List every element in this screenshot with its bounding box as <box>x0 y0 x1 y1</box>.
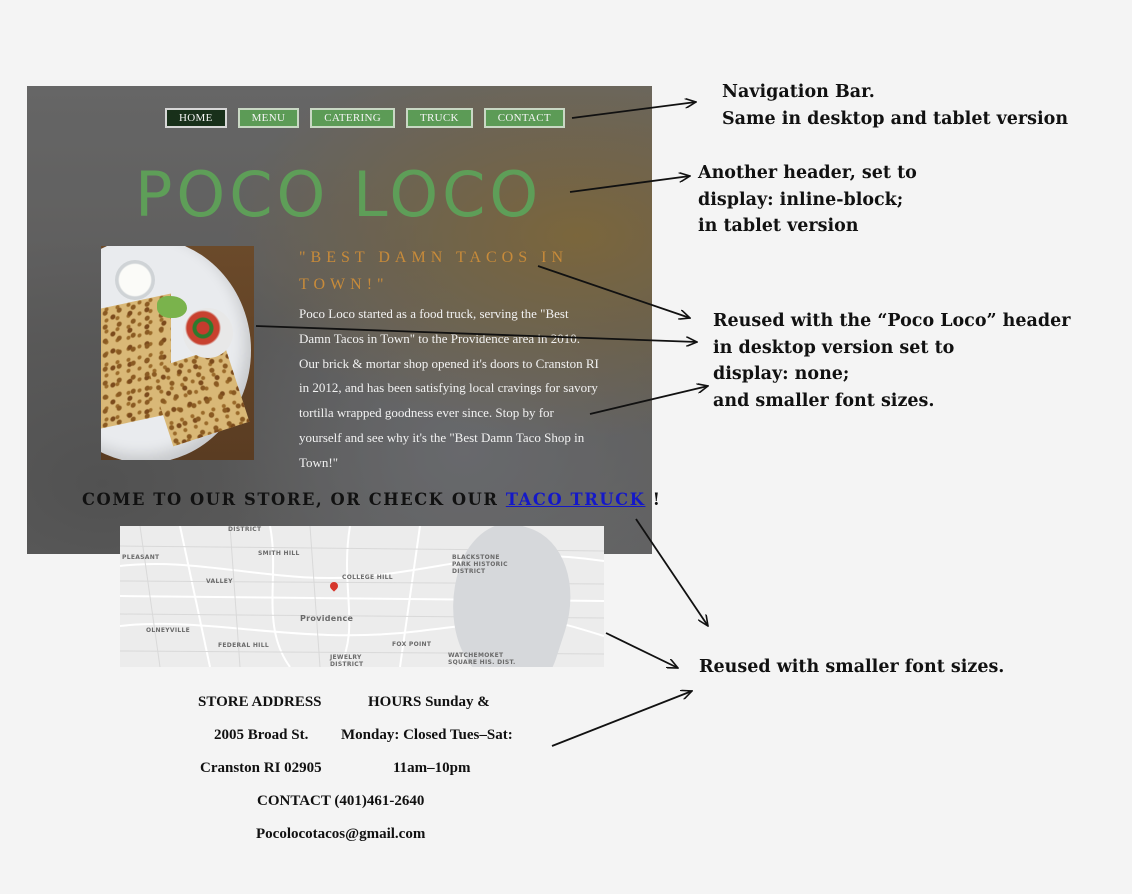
annotation-line: display: none; <box>713 364 850 384</box>
annotation-line: Another header, set to <box>698 163 917 183</box>
arrow-store-info <box>551 691 692 747</box>
store-hours-line1: HOURS Sunday & <box>368 694 490 710</box>
map-label: COLLEGE HILL <box>342 574 393 581</box>
map-label: FEDERAL HILL <box>218 642 269 649</box>
map-label: OLNEYVILLE <box>146 627 191 634</box>
annotation-line: Navigation Bar. <box>722 82 875 102</box>
map-label: SMITH HILL <box>258 550 300 557</box>
hero-quote: "BEST DAMN TACOS IN TOWN!" <box>299 249 569 293</box>
nav-catering[interactable]: CATERING <box>310 108 395 128</box>
annotation-header: Another header, set to display: inline-b… <box>698 160 917 240</box>
store-hours-line2: Monday: Closed Tues–Sat: <box>341 727 513 743</box>
sour-cream-cup <box>115 260 155 300</box>
annotation-line: display: inline-block; <box>698 189 904 210</box>
map-label: WATCHEMOKET SQUARE HIS. DIST. <box>448 652 516 666</box>
lettuce-garnish <box>157 296 187 318</box>
hero-intro: Poco Loco started as a food truck, servi… <box>299 306 599 470</box>
store-address-line1: 2005 Broad St. <box>214 727 309 743</box>
map-label: BLACKSTONE PARK HISTORIC DISTRICT <box>452 554 508 575</box>
map-label: VALLEY <box>206 578 233 585</box>
annotation-line: Same in desktop and tablet version <box>722 108 1069 129</box>
annotation-line: in desktop version set to <box>713 337 955 358</box>
annotation-line: Reused with smaller font sizes. <box>699 657 1005 677</box>
arrow-map <box>605 632 678 668</box>
nav-contact[interactable]: CONTACT <box>483 108 565 128</box>
brand-header: POCO LOCO <box>135 158 543 231</box>
store-email: Pocolocotacos@gmail.com <box>256 826 426 842</box>
annotation-fonts: Reused with smaller font sizes. <box>699 654 1004 681</box>
annotation-nav: Navigation Bar. Same in desktop and tabl… <box>722 79 1068 132</box>
store-contact: CONTACT (401)461-2640 <box>257 793 425 809</box>
map-label: FOX POINT <box>392 641 432 648</box>
nav-menu[interactable]: MENU <box>237 108 300 128</box>
annotation-line: Reused with the “Poco Loco” header <box>713 311 1071 331</box>
map-label: Providence <box>300 614 354 623</box>
quesadilla-photo <box>101 246 254 460</box>
salsa-cup <box>183 308 233 358</box>
visit-suffix: ! <box>652 490 662 509</box>
map-label: DISTRICT <box>228 526 262 533</box>
nav-truck[interactable]: TRUCK <box>405 108 473 128</box>
site-mockup: HOME MENU CATERING TRUCK CONTACT POCO LO… <box>27 86 652 554</box>
store-hours-line3: 11am–10pm <box>393 760 471 776</box>
taco-truck-link[interactable]: TACO TRUCK <box>506 490 646 509</box>
store-map[interactable]: DISTRICT SMITH HILL PLEASANT VALLEY COLL… <box>120 526 604 667</box>
annotation-reuse: Reused with the “Poco Loco” header in de… <box>713 308 1070 414</box>
annotation-line: and smaller font sizes. <box>713 390 935 411</box>
store-address-title: STORE ADDRESS <box>198 694 322 710</box>
annotation-line: in tablet version <box>698 216 859 236</box>
navigation-bar: HOME MENU CATERING TRUCK CONTACT <box>165 108 565 128</box>
store-address-line2: Cranston RI 02905 <box>200 760 322 776</box>
map-label: PLEASANT <box>122 554 160 561</box>
map-label: JEWELRY DISTRICT <box>330 654 364 667</box>
visit-heading: COME TO OUR STORE, OR CHECK OUR TACO TRU… <box>82 490 661 509</box>
nav-home[interactable]: HOME <box>165 108 227 128</box>
visit-prefix: COME TO OUR STORE, OR CHECK OUR <box>82 490 499 509</box>
